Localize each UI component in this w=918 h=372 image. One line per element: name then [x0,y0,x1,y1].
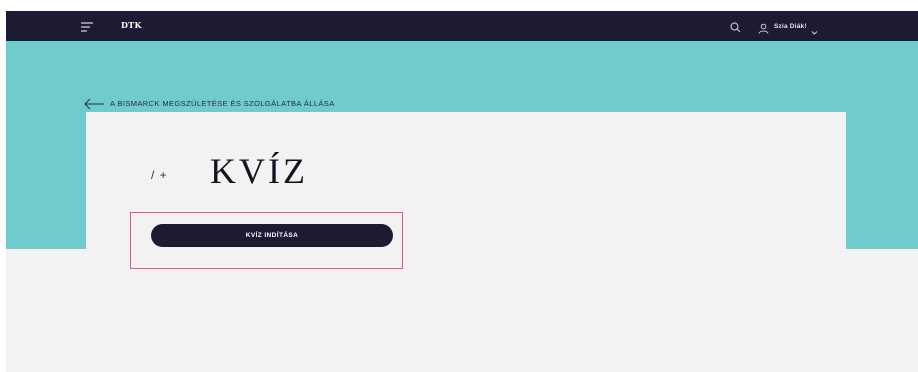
chevron-down-icon [811,23,818,35]
app-frame: DTK Szia Diák! A BISMARCK MEGSZÜLETÉSE É… [6,11,918,372]
back-link[interactable]: A BISMARCK MEGSZÜLETÉSE ÉS SZOLGÁLATBA Á… [84,97,335,110]
user-icon [758,21,769,34]
arrow-left-icon [84,97,104,110]
start-quiz-button[interactable]: KVÍZ INDÍTÁSA [151,224,393,247]
quiz-counter: / + [151,168,168,182]
brand-logo[interactable]: DTK [121,20,142,30]
top-navigation-bar: DTK Szia Diák! [6,11,918,41]
hamburger-menu-icon[interactable] [81,20,93,32]
user-menu[interactable]: Szia Diák! [758,19,818,35]
search-icon[interactable] [730,20,741,33]
quiz-card: / + KVÍZ KVÍZ INDÍTÁSA [86,112,846,372]
back-link-label: A BISMARCK MEGSZÜLETÉSE ÉS SZOLGÁLATBA Á… [110,98,335,108]
page-title: KVÍZ [210,151,308,191]
user-greeting: Szia Diák! [774,22,807,30]
